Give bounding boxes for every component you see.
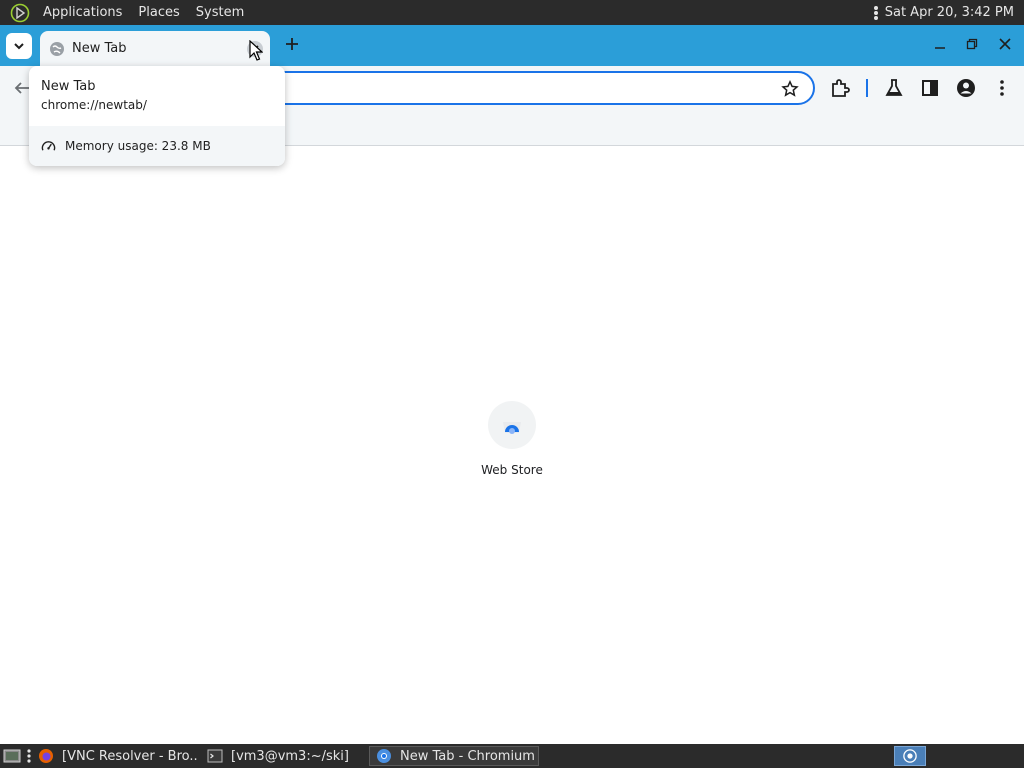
show-desktop-icon[interactable]	[3, 748, 21, 764]
mouse-pointer-icon	[249, 40, 263, 61]
hovercard-title: New Tab	[41, 79, 96, 94]
extensions-icon[interactable]	[830, 78, 850, 98]
top-panel: Applications Places System Sat Apr 20, 3…	[0, 0, 1024, 25]
workspace-switcher[interactable]	[894, 746, 926, 766]
taskbar-item-label: [VNC Resolver - Bro...	[62, 748, 198, 764]
profile-avatar-icon[interactable]	[956, 78, 976, 98]
panel-handle-icon[interactable]	[873, 5, 879, 21]
memory-gauge-icon	[41, 140, 56, 151]
menu-kebab-icon[interactable]	[992, 78, 1012, 98]
tab-strip: New Tab	[0, 25, 1024, 66]
applications-menu[interactable]: Applications	[35, 0, 130, 25]
new-tab-page: Web Store	[0, 146, 1024, 744]
system-menu[interactable]: System	[188, 0, 252, 25]
hovercard-url: chrome://newtab/	[41, 98, 147, 112]
tab-search-button[interactable]	[6, 33, 32, 59]
bookmark-star-icon[interactable]	[781, 80, 799, 98]
tab-new-tab[interactable]: New Tab	[40, 31, 270, 66]
tab-hover-card: New Tab chrome://newtab/ Memory usage: 2…	[29, 66, 285, 166]
shortcut-icon-circle	[488, 401, 536, 449]
shortcut-label: Web Store	[481, 463, 543, 477]
new-tab-button[interactable]	[282, 34, 302, 54]
toolbar-separator	[866, 79, 868, 97]
hovercard-memory-usage: Memory usage: 23.8 MB	[65, 139, 211, 153]
chevron-down-icon	[14, 43, 24, 50]
close-icon	[999, 38, 1011, 50]
distro-logo-icon[interactable]	[10, 3, 30, 23]
clock[interactable]: Sat Apr 20, 3:42 PM	[885, 5, 1024, 20]
restore-button[interactable]	[963, 35, 981, 53]
labs-flask-icon[interactable]	[884, 78, 904, 98]
restore-icon	[966, 38, 978, 50]
tab-title: New Tab	[72, 41, 127, 56]
minimize-button[interactable]	[931, 35, 949, 53]
taskbar-item-chromium[interactable]: New Tab - Chromium	[369, 746, 539, 766]
taskbar-handle-icon[interactable]	[26, 748, 32, 764]
minimize-icon	[935, 47, 945, 49]
chromium-icon	[377, 749, 391, 763]
hovercard-footer: Memory usage: 23.8 MB	[29, 126, 285, 166]
taskbar-item-vnc-resolver[interactable]: [VNC Resolver - Bro...	[38, 746, 198, 766]
side-panel-icon[interactable]	[920, 78, 940, 98]
plus-icon	[286, 38, 298, 50]
chromium-icon	[903, 749, 917, 763]
terminal-icon	[207, 749, 223, 763]
shortcut-web-store[interactable]: Web Store	[472, 401, 552, 491]
taskbar-item-terminal[interactable]: [vm3@vm3:~/ski]	[207, 746, 357, 766]
taskbar-item-label: [vm3@vm3:~/ski]	[231, 748, 349, 764]
places-menu[interactable]: Places	[130, 0, 187, 25]
web-store-icon	[503, 422, 521, 434]
close-window-button[interactable]	[996, 35, 1014, 53]
firefox-icon	[39, 749, 53, 763]
taskbar: [VNC Resolver - Bro... [vm3@vm3:~/ski] N…	[0, 744, 1024, 768]
globe-icon	[50, 41, 64, 56]
taskbar-item-label: New Tab - Chromium	[400, 748, 535, 764]
